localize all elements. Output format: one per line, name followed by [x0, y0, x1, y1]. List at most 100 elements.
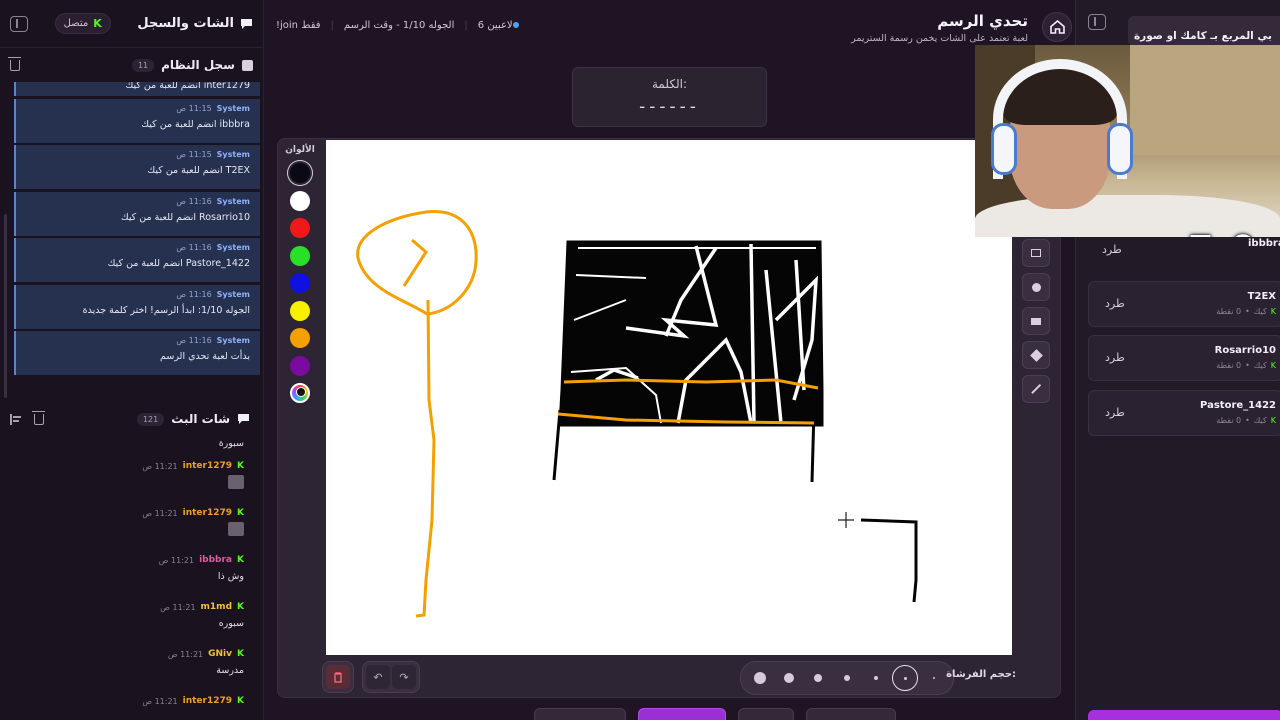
log-meta: System 11:16 ص: [26, 336, 250, 345]
custom-color-picker[interactable]: [290, 383, 310, 403]
log-time: 11:15 ص: [176, 103, 212, 113]
log-text: بدأت لعبة تحدي الرسم: [160, 351, 250, 362]
filter-icon[interactable]: [10, 413, 22, 425]
log-sender: System: [216, 289, 250, 299]
chat-panel-title-text: الشات والسجل: [137, 16, 234, 31]
brush-size-sm[interactable]: [834, 665, 860, 691]
log-time: 11:16 ص: [176, 289, 212, 299]
brush-size-xs[interactable]: [863, 665, 889, 691]
round-status: الجوله 1/10 - وقت الرسم: [343, 20, 455, 31]
player-points: 0 نقطة: [1216, 415, 1242, 425]
kick-button[interactable]: طرد: [1105, 297, 1125, 310]
chat-message: Kinter1279 11:21 ص: [0, 461, 260, 508]
trash-icon[interactable]: [8, 56, 21, 71]
bottom-action-tabs: [534, 708, 896, 720]
brush-size-md[interactable]: [805, 665, 831, 691]
log-meta: System 11:16 ص: [26, 197, 250, 206]
action-tab-1[interactable]: [534, 708, 626, 720]
brush-dot-icon: [844, 675, 850, 681]
chat-bubble-icon: [241, 18, 252, 29]
chat-message-header: Kinter1279 11:21 ص: [10, 461, 244, 471]
stroke-head: [356, 210, 478, 316]
brush-size-label: حجم الفرشاة:: [946, 669, 1016, 680]
player-count-text: 6 لاعبين: [477, 20, 513, 31]
undo-button[interactable]: ↶: [366, 665, 390, 689]
panel-toggle-icon[interactable]: [1088, 14, 1106, 30]
brush-size-lg[interactable]: [776, 665, 802, 691]
stream-chat-title: شات البث: [171, 412, 230, 426]
drawing-canvas[interactable]: [326, 140, 1012, 655]
rectangle-tool[interactable]: [1022, 239, 1050, 267]
clear-canvas-button[interactable]: [326, 665, 350, 689]
action-tab-3[interactable]: [738, 708, 794, 720]
log-sender: System: [216, 336, 250, 345]
connection-badge: متصل K: [54, 13, 111, 34]
color-swatch[interactable]: [290, 328, 310, 348]
chat-username[interactable]: inter1279: [183, 461, 232, 471]
game-top-bar: !join فقط | الجوله 1/10 - وقت الرسم | 6 …: [264, 0, 1074, 52]
color-swatch[interactable]: [290, 190, 310, 211]
stroke-board: [558, 240, 824, 427]
player-score: K كيك • 0 نقطة: [1216, 416, 1276, 425]
home-button[interactable]: [1042, 12, 1072, 42]
player-score: K كيك • 0 نقطة: [1216, 361, 1276, 370]
chat-username[interactable]: ibbbra: [199, 555, 232, 565]
brush-size-selector: [740, 661, 954, 695]
round-info: !join فقط | الجوله 1/10 - وقت الرسم | 6 …: [276, 20, 523, 31]
action-tab-2[interactable]: [638, 708, 726, 720]
log-time: 11:16 ص: [176, 196, 212, 206]
kick-button[interactable]: طرد: [1105, 351, 1125, 364]
log-text: ibbbra انضم للعبة من كيك: [141, 118, 250, 130]
chat-username[interactable]: inter1279: [183, 508, 232, 518]
kick-button[interactable]: طرد: [1105, 406, 1125, 419]
action-tab-4[interactable]: [806, 708, 896, 720]
chat-time: 11:21 ص: [142, 696, 178, 706]
trash-icon: [334, 671, 342, 683]
chat-username[interactable]: m1md: [201, 602, 232, 612]
fill-bucket-tool[interactable]: [1022, 341, 1050, 369]
word-display: الكلمة: ------: [572, 67, 767, 127]
chat-message: Kinter1279 11:21 ص: [0, 696, 260, 720]
history-group: ↶ ↷: [362, 661, 420, 693]
brush-size-xl[interactable]: [747, 665, 773, 691]
start-button[interactable]: [1088, 710, 1280, 720]
info-icon: [242, 59, 253, 71]
panel-toggle-icon[interactable]: [10, 15, 28, 32]
emote-image: [228, 475, 244, 489]
chat-message: سبورة: [0, 436, 260, 461]
chat-message: Kinter1279 11:21 ص: [0, 508, 260, 555]
home-icon: [1049, 20, 1065, 34]
brush-size-xxs[interactable]: [892, 665, 918, 691]
player-name: Rosarrio10: [1214, 345, 1276, 356]
system-log-list: inter1279 انضم للعبة من كيك System 11:15 ص…: [14, 82, 260, 400]
kick-button[interactable]: طرد: [1102, 243, 1122, 256]
color-swatch[interactable]: [290, 300, 310, 321]
color-swatch[interactable]: [290, 273, 310, 293]
trash-icon[interactable]: [32, 410, 45, 425]
system-log-scrollbar[interactable]: [4, 214, 7, 398]
log-item: System 11:15 ص T2EX انضم للعبة من كيك: [14, 145, 260, 189]
player-score: K كيك • 0 نقطة: [1216, 307, 1276, 316]
filled-rect-icon: [1031, 317, 1041, 325]
kick-badge-icon: K: [237, 649, 244, 659]
kick-badge-icon: K: [237, 602, 244, 612]
log-sender: System: [216, 150, 250, 159]
canvas-toolbar: ↶ ↷ حجم الفرشاة:: [278, 659, 1060, 697]
brush-size-min[interactable]: [921, 665, 947, 691]
color-swatch[interactable]: [290, 218, 310, 238]
chat-message: Kibbbra 11:21 ص وش ذا: [0, 555, 260, 602]
color-swatch[interactable]: [290, 163, 310, 183]
circle-tool[interactable]: [1022, 273, 1050, 301]
redo-button[interactable]: ↷: [392, 665, 416, 689]
palette-label: الألوان: [285, 145, 315, 155]
clear-group: [322, 661, 354, 693]
chat-username[interactable]: inter1279: [183, 696, 232, 706]
color-swatch[interactable]: [290, 245, 310, 266]
chat-username[interactable]: GNiv: [208, 649, 232, 659]
fill-rect-tool[interactable]: [1022, 307, 1050, 335]
log-item: System 11:16 ص بدأت لعبة تحدي الرسم: [14, 331, 260, 375]
stroke-leg-left: [552, 409, 562, 481]
color-swatch[interactable]: [290, 355, 310, 376]
line-tool[interactable]: [1022, 375, 1050, 403]
headset-cup-left: [991, 123, 1017, 175]
